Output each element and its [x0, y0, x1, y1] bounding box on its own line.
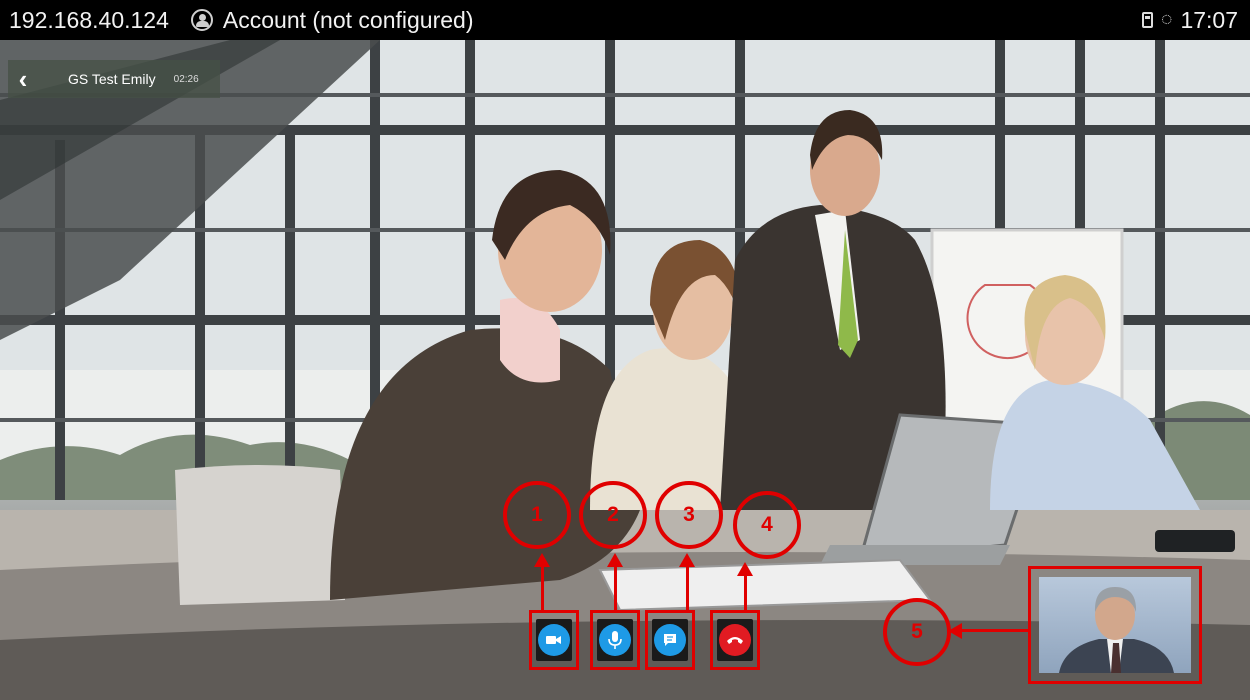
arrow-5: [960, 629, 1028, 632]
device-icon: [1142, 12, 1154, 28]
annotation-box-1: [529, 610, 579, 670]
callout-4: 4: [733, 491, 801, 559]
account-icon: [190, 9, 213, 31]
self-view-video[interactable]: [1039, 577, 1191, 673]
callout-5: 5: [883, 598, 951, 666]
callout-3: 3: [655, 481, 723, 549]
call-info-bar: ‹ GS Test Emily 02:26: [8, 60, 220, 98]
annotation-box-4: [710, 610, 760, 670]
ip-address: 192.168.40.124: [9, 6, 169, 33]
arrow-3: [686, 563, 689, 610]
back-arrow-icon[interactable]: ‹: [8, 60, 38, 98]
chat-button[interactable]: [654, 624, 686, 656]
self-view-person-image: [1059, 587, 1174, 673]
status-right: ◌ 17:07: [1142, 7, 1238, 34]
mute-microphone-button[interactable]: [599, 624, 631, 656]
call-duration: 02:26: [173, 73, 199, 85]
arrow-head-2: [607, 553, 623, 567]
annotation-box-2: [590, 610, 640, 670]
video-camera-icon: [546, 636, 561, 644]
sync-icon: ◌: [1161, 9, 1173, 30]
status-bar: 192.168.40.124 Account (not configured) …: [0, 0, 1250, 40]
annotation-box-3: [645, 610, 695, 670]
caller-name: GS Test Emily: [68, 71, 156, 87]
annotation-box-5: [1028, 566, 1202, 684]
video-toggle-button[interactable]: [538, 624, 570, 656]
arrow-head-1: [534, 553, 550, 567]
microphone-icon: [608, 631, 622, 649]
chat-icon: [664, 634, 676, 646]
callout-2: 2: [579, 481, 647, 549]
account-status: Account (not configured): [222, 6, 474, 33]
arrow-2: [614, 563, 617, 610]
arrow-1: [541, 563, 544, 610]
callout-1: 1: [503, 481, 571, 549]
arrow-4: [744, 572, 747, 610]
arrow-head-5: [948, 623, 962, 639]
hang-up-button[interactable]: [719, 624, 751, 656]
hang-up-icon: [727, 637, 743, 644]
clock: 17:07: [1180, 6, 1238, 33]
arrow-head-4: [737, 562, 753, 576]
arrow-head-3: [679, 553, 695, 567]
